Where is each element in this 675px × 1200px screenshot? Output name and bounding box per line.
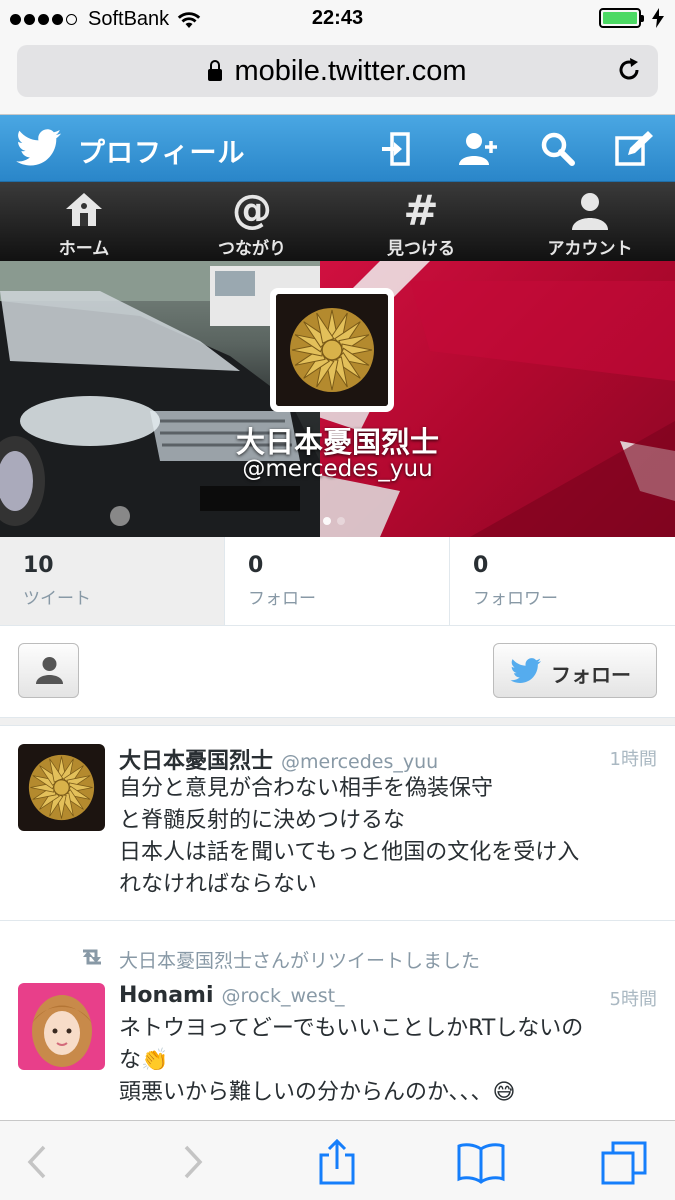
charging-bolt-icon [652, 8, 664, 28]
profile-display-name: 大日本憂国烈士 [235, 425, 439, 459]
user-actions-button[interactable] [18, 643, 79, 698]
twitter-header: プロフィール [0, 115, 675, 182]
person-icon [36, 657, 63, 684]
profile-actions: フォロー [0, 626, 675, 718]
add-user-icon[interactable] [456, 127, 500, 171]
retweet-icon [83, 949, 101, 965]
status-bar: SoftBank 22:43 [0, 0, 675, 38]
stat-following-count: 0 [248, 553, 264, 578]
tweet-text: ネトウヨってどーでもいいことしかRTしないの な👏 頭悪いから難しいの分からんの… [119, 1013, 659, 1109]
account-icon [572, 193, 608, 230]
profile-handle: @mercedes_yuu [242, 456, 433, 482]
tweet[interactable]: 大日本憂国烈士 @mercedes_yuu 1時間 自分と意見が合わない相手を偽装… [0, 727, 675, 921]
tab-home-label: ホーム [58, 239, 110, 259]
reload-icon[interactable] [614, 55, 644, 85]
stat-tweets[interactable]: 10 ツイート [0, 537, 225, 625]
stat-following-label: フォロー [248, 589, 316, 609]
tab-discover-label: 見つける [387, 239, 455, 259]
browser-toolbar [0, 1120, 675, 1200]
tab-account[interactable]: アカウント [506, 182, 674, 261]
tweet-author-name[interactable]: Honami [119, 983, 214, 1008]
user-photo-avatar [18, 983, 105, 1070]
chrysanthemum-seal-icon [276, 294, 388, 406]
stat-followers[interactable]: 0 フォロワー [450, 537, 675, 625]
compose-icon[interactable] [612, 127, 656, 171]
follow-button[interactable]: フォロー [493, 643, 657, 698]
share-icon[interactable] [312, 1139, 362, 1185]
tab-home[interactable]: ホーム [0, 182, 168, 261]
at-icon: @ [232, 188, 272, 232]
page-title: プロフィール [78, 138, 246, 169]
tweet-avatar[interactable] [18, 983, 105, 1070]
back-arrow-icon[interactable] [14, 1139, 64, 1185]
stat-following[interactable]: 0 フォロー [225, 537, 450, 625]
address-bar[interactable]: mobile.twitter.com [17, 45, 658, 97]
tweet-text-line: 日本人は話を聞いてもっと他国の文化を受け入 [119, 840, 580, 865]
tweet-text-line: ネトウヨってどーでもいいことしかRTしないの [119, 1016, 584, 1041]
banner-page-indicator[interactable] [323, 510, 351, 529]
clock: 22:43 [311, 7, 364, 29]
hashtag-icon: # [403, 188, 438, 232]
twitter-bird-logo-icon[interactable] [16, 129, 62, 167]
sign-in-icon[interactable] [376, 127, 420, 171]
browser-address-area: mobile.twitter.com [0, 38, 675, 115]
retweet-notice: 大日本憂国烈士さんがリツイートしました [119, 950, 481, 972]
profile-stats: 10 ツイート 0 フォロー 0 フォロワー [0, 537, 675, 626]
tabs-icon[interactable] [600, 1139, 650, 1185]
stat-tweets-count: 10 [23, 553, 54, 578]
tweet-text-line: れなければならない [119, 872, 318, 897]
tweet[interactable]: 大日本憂国烈士さんがリツイートしました Honami @rock_west_ 5時… [0, 922, 675, 1122]
stat-followers-count: 0 [473, 553, 489, 578]
lock-icon [208, 60, 223, 81]
section-divider [0, 718, 675, 726]
tweet-text-line: 頭悪いから難しいの分からんのか、、、😅 [119, 1080, 516, 1105]
tweet-avatar[interactable] [18, 744, 105, 831]
search-icon[interactable] [536, 127, 580, 171]
tweet-author-name[interactable]: 大日本憂国烈士 [119, 749, 273, 774]
chrysanthemum-avatar-icon [18, 744, 105, 831]
home-icon [66, 193, 102, 226]
forward-arrow-icon[interactable] [166, 1139, 216, 1185]
tab-discover[interactable]: # 見つける [337, 182, 505, 261]
tab-connect-label: つながり [218, 239, 286, 259]
tweet-text: 自分と意見が合わない相手を偽装保守 と脊髄反射的に決めつけるな 日本人は話を聞い… [119, 773, 659, 901]
tweet-author-handle[interactable]: @mercedes_yuu [281, 751, 438, 773]
follow-button-label: フォロー [551, 663, 631, 687]
tweet-text-line: な👏 [119, 1048, 169, 1073]
tab-account-label: アカウント [547, 239, 633, 259]
tweet-text-line: と脊髄反射的に決めつけるな [119, 808, 406, 833]
svg-text:@: @ [232, 188, 272, 232]
tweet-author-handle[interactable]: @rock_west_ [222, 985, 345, 1007]
tweet-timestamp[interactable]: 1時間 [610, 745, 657, 771]
svg-text:#: # [403, 188, 438, 232]
stat-tweets-label: ツイート [23, 589, 91, 609]
tab-connect[interactable]: @ つながり [168, 182, 336, 261]
tweet-text-line: 自分と意見が合わない相手を偽装保守 [119, 776, 494, 801]
profile-avatar[interactable] [270, 288, 394, 412]
tweet-timestamp[interactable]: 5時間 [610, 985, 657, 1011]
stat-followers-label: フォロワー [473, 589, 558, 609]
tab-navigation: ホーム @ つながり # 見つける アカウント [0, 182, 675, 261]
battery-icon [599, 8, 644, 28]
bookmarks-icon[interactable] [456, 1139, 506, 1185]
url-text: mobile.twitter.com [234, 55, 467, 87]
twitter-bird-icon [510, 658, 542, 683]
profile-banner: 大日本憂国烈士 @mercedes_yuu [0, 261, 675, 537]
